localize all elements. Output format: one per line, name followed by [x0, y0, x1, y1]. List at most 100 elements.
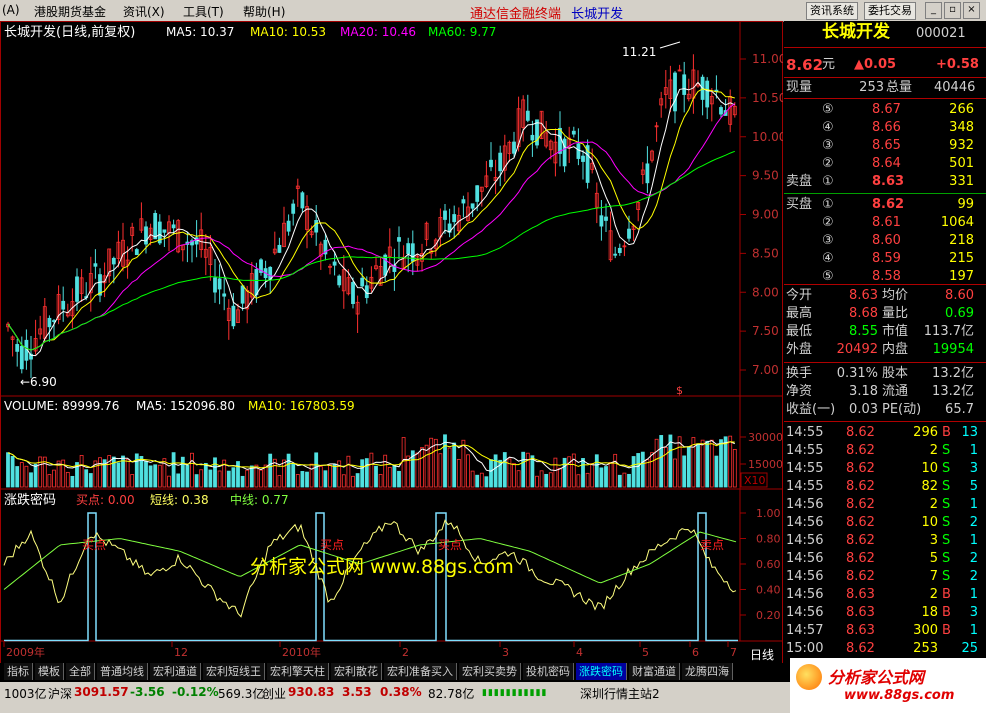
volume-tick-label: 15000: [748, 458, 783, 471]
buy-price: 8.59: [872, 251, 901, 266]
indicator-y-axis: 1.00 0.80 0.60 0.40 0.20: [740, 507, 781, 622]
price-tick-label: 10.50: [752, 91, 783, 105]
volume-bar: [190, 452, 194, 488]
volume-bar: [438, 453, 443, 488]
volume-bar: [208, 469, 213, 488]
tick-row[interactable]: 14:55 8.62 82 S 5: [784, 478, 986, 496]
tick-row[interactable]: 14:55 8.62 10 S 3: [784, 460, 986, 478]
tick-row[interactable]: 14:56 8.63 18 B 3: [784, 604, 986, 622]
tick-row[interactable]: 14:56 8.62 3 S 1: [784, 532, 986, 550]
volume-bar: [673, 458, 677, 488]
volume-bar: [705, 440, 710, 488]
indicator-tick-label: 1.00: [756, 507, 781, 520]
volume-bar: [70, 475, 75, 488]
volume-bar: [249, 465, 254, 488]
tab-2[interactable]: 模板: [35, 663, 64, 680]
tab-5[interactable]: 宏利通道: [150, 663, 201, 680]
tab-1[interactable]: 指标: [4, 663, 33, 680]
buy-level-row[interactable]: ③ 8.60 218: [784, 232, 986, 250]
volume-bar: [387, 467, 392, 488]
x-tick-label: 2009年: [6, 645, 45, 659]
candle-body: [153, 213, 158, 240]
stock-name: 长城开发: [822, 22, 890, 42]
volume-bar: [581, 458, 585, 488]
sell-level-index: ③: [822, 138, 834, 153]
news-system-button[interactable]: 资讯系统: [806, 2, 858, 20]
tick-row[interactable]: 14:56 8.62 5 S 2: [784, 550, 986, 568]
close-icon[interactable]: ×: [963, 2, 980, 19]
tick-row[interactable]: 14:56 8.62 7 S 2: [784, 568, 986, 586]
volume-bar: [305, 471, 309, 488]
tick-row[interactable]: 14:56 8.62 10 S 2: [784, 514, 986, 532]
tab-11[interactable]: 投机密码: [523, 663, 574, 680]
tick-row[interactable]: 14:57 8.63 300 B 1: [784, 622, 986, 640]
volume-row: 现量 253 总量 40446: [784, 79, 986, 97]
tick-row[interactable]: 15:00 8.62 253 25: [784, 640, 986, 658]
volume-unit: X10: [744, 474, 766, 487]
volume-bar: [185, 464, 190, 488]
restore-icon[interactable]: ▫: [944, 2, 961, 19]
period-label[interactable]: 日线: [750, 648, 774, 662]
minimize-icon[interactable]: _: [925, 2, 942, 19]
buy-volume: 218: [949, 233, 974, 248]
tab-14[interactable]: 龙腾四海: [682, 663, 733, 680]
tab-8[interactable]: 宏利散花: [331, 663, 382, 680]
candle-body: [489, 159, 493, 168]
menu-item-a[interactable]: (A): [2, 3, 20, 17]
status-gem-change: 3.53: [342, 685, 372, 699]
sell-level-row[interactable]: 卖盘 ① 8.63 331: [784, 173, 986, 191]
tab-9[interactable]: 宏利准备买入: [384, 663, 457, 680]
tick-row[interactable]: 14:56 8.63 2 B 1: [784, 586, 986, 604]
tab-6[interactable]: 宏利短线王: [203, 663, 265, 680]
candle-body: [576, 143, 581, 159]
sell-label: 卖盘: [786, 174, 813, 189]
candle-body: [562, 138, 567, 167]
sell-level-row[interactable]: ④ 8.66 348: [784, 119, 986, 137]
volume-bar: [33, 463, 38, 488]
buy-level-row[interactable]: ④ 8.59 215: [784, 250, 986, 268]
menu-item-help[interactable]: 帮助(H): [243, 3, 285, 20]
candle-body: [475, 185, 480, 202]
menu-item-hk-futures[interactable]: 港股期货基金: [34, 3, 106, 20]
tick-row[interactable]: 14:56 8.62 2 S 1: [784, 496, 986, 514]
tab-10[interactable]: 宏利买卖势: [459, 663, 521, 680]
sell-level-row[interactable]: ③ 8.65 932: [784, 137, 986, 155]
trade-order-button[interactable]: 委托交易: [864, 2, 916, 20]
tick-row[interactable]: 14:55 8.62 2 S 1: [784, 442, 986, 460]
price-change-percent: +0.58: [936, 57, 979, 72]
volume-bar: [318, 466, 323, 488]
buy-volume: 1064: [940, 215, 974, 230]
price-change: ▲0.05: [854, 57, 897, 72]
volume-bar: [682, 455, 687, 488]
indicator-buy-point: 买点: 0.00: [76, 493, 135, 507]
chart-area[interactable]: 长城开发(日线,前复权) MA5: 10.37 MA10: 10.53 MA20…: [0, 21, 783, 665]
tab-4[interactable]: 普通均线: [97, 663, 148, 680]
x-tick-label: 7: [730, 646, 737, 659]
buy-signal-label-3: 买点: [438, 538, 462, 552]
volume-bar: [700, 439, 705, 488]
buy-level-row[interactable]: ② 8.61 1064: [784, 214, 986, 232]
buy-level-row[interactable]: 买盘 ① 8.62 99: [784, 196, 986, 214]
tab-13[interactable]: 财富通道: [629, 663, 680, 680]
status-server[interactable]: 深圳行情主站2: [580, 685, 660, 702]
stat-row: 今开 8.63 均价 8.60: [786, 288, 974, 303]
sell-price: 8.63: [872, 174, 905, 189]
tab-3[interactable]: 全部: [66, 663, 95, 680]
candle-body: [332, 261, 337, 266]
volume-bar: [728, 435, 733, 488]
candle-body: [15, 344, 20, 352]
volume-bar: [424, 444, 429, 488]
tick-row[interactable]: 14:55 8.62 296 B 13: [784, 424, 986, 442]
status-index-pct: -0.12%: [172, 685, 219, 699]
quote-panel: 长城开发 000021 8.62 元 ▲0.05 +0.58 现量 253 总量…: [784, 21, 986, 665]
menu-item-news[interactable]: 资讯(X): [123, 3, 165, 20]
tab-12[interactable]: 涨跌密码: [576, 663, 627, 680]
sell-level-row[interactable]: ⑤ 8.67 266: [784, 101, 986, 119]
sell-level-row[interactable]: ② 8.64 501: [784, 155, 986, 173]
tab-7[interactable]: 宏利擎天柱: [267, 663, 329, 680]
menu-item-tools[interactable]: 工具(T): [183, 3, 224, 20]
volume-bar: [535, 475, 539, 488]
volume-bar: [116, 462, 121, 488]
volume-bar: [231, 467, 236, 488]
volume-bar: [144, 461, 148, 488]
